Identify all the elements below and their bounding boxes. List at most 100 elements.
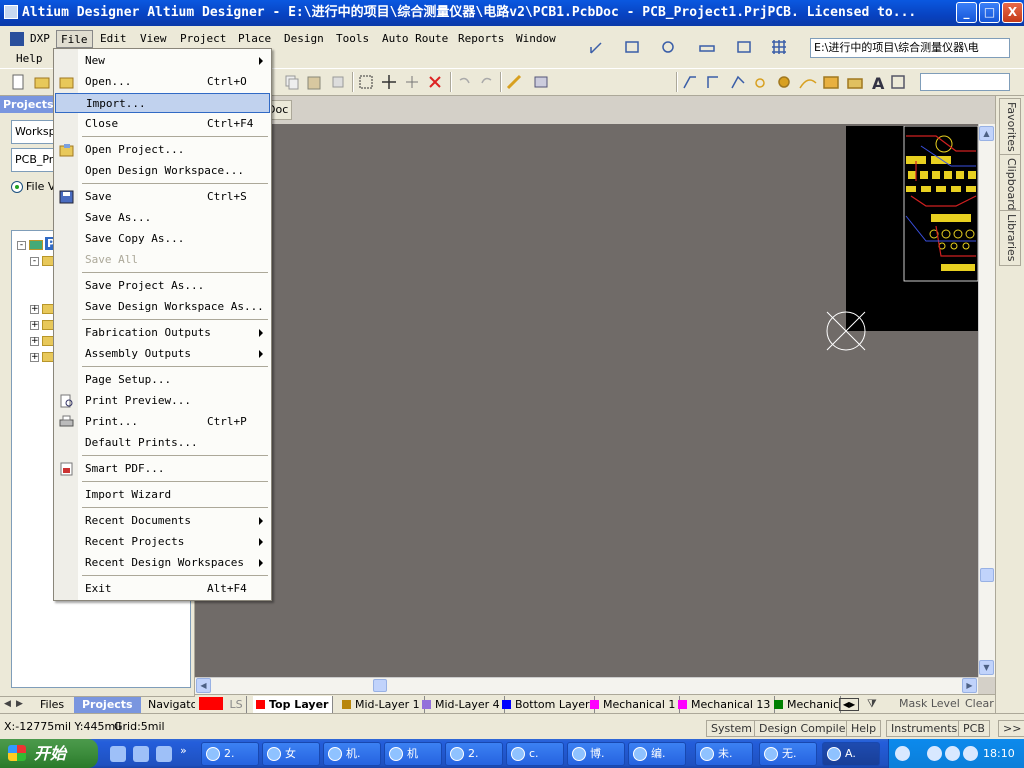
tab-projects[interactable]: Projects	[74, 697, 141, 713]
quicklaunch-icon[interactable]	[133, 746, 149, 762]
tab-files[interactable]: Files	[32, 697, 72, 713]
menu-item-exit[interactable]: Exit Alt+F4	[55, 579, 270, 599]
menu-item-save-as[interactable]: Save As...	[55, 208, 270, 228]
menu-item-save[interactable]: Save Ctrl+S	[55, 187, 270, 207]
task-button[interactable]: 博.	[567, 742, 625, 766]
open-folder-icon[interactable]	[34, 74, 50, 90]
layer-tab-mid-layer-1[interactable]: Mid-Layer 1	[339, 696, 425, 713]
menu-help[interactable]: Help	[12, 50, 47, 68]
layer-tab-mechanical-13[interactable]: Mechanical 13	[675, 696, 776, 713]
task-button[interactable]: c.	[506, 742, 564, 766]
task-button[interactable]: 机	[384, 742, 442, 766]
menu-item-import-wizard[interactable]: Import Wizard	[55, 485, 270, 505]
file-view-radio[interactable]	[11, 181, 23, 193]
menu-item-assembly-outputs[interactable]: Assembly Outputs	[55, 344, 270, 364]
menu-reports[interactable]: Reports	[454, 30, 508, 48]
system-button[interactable]: System	[706, 720, 758, 737]
menu-item-default-prints[interactable]: Default Prints...	[55, 433, 270, 453]
ie-quicklaunch-icon[interactable]	[110, 746, 126, 762]
collapse-toggle[interactable]: -	[30, 257, 39, 266]
menu-item-print-preview[interactable]: Print Preview...	[55, 391, 270, 411]
task-button[interactable]: 机.	[323, 742, 381, 766]
document-path-dropdown[interactable]: E:\进行中的项目\综合测量仪器\电	[810, 38, 1010, 58]
menu-item-smart-pdf[interactable]: Smart PDF...	[55, 459, 270, 479]
menu-place[interactable]: Place	[234, 30, 275, 48]
keyboard-icon[interactable]	[895, 746, 910, 761]
clock[interactable]: 18:10	[983, 739, 1015, 768]
task-button[interactable]: 2.	[445, 742, 503, 766]
menu-item-print[interactable]: Print... Ctrl+P	[55, 412, 270, 432]
wiring-toolbar[interactable]: A	[682, 73, 912, 91]
menu-auto-route[interactable]: Auto Route	[378, 30, 452, 48]
undo-icon[interactable]	[456, 74, 472, 90]
menu-item-recent-documents[interactable]: Recent Documents	[55, 511, 270, 531]
menu-window[interactable]: Window	[512, 30, 560, 48]
copy-icon[interactable]	[284, 74, 300, 90]
task-button[interactable]: 编.	[628, 742, 686, 766]
start-button[interactable]: 开始	[0, 739, 98, 768]
help-button[interactable]: Help	[846, 720, 882, 737]
layer-scroll-icon[interactable]: ◀▶	[839, 698, 859, 711]
menu-item-save-copy-as[interactable]: Save Copy As...	[55, 229, 270, 249]
task-button-altium[interactable]: A.	[822, 742, 880, 766]
maximize-button[interactable]: □	[979, 2, 1000, 23]
menu-item-close[interactable]: Close Ctrl+F4	[55, 114, 270, 134]
scroll-left-icon[interactable]: ◀	[196, 678, 211, 693]
tab-scroll-right-icon[interactable]: ▶	[16, 699, 23, 709]
menu-item-page-setup[interactable]: Page Setup...	[55, 370, 270, 390]
instruments-button[interactable]: Instruments	[886, 720, 963, 737]
menu-dxp[interactable]: DXP	[26, 30, 54, 48]
network-icon[interactable]	[945, 746, 960, 761]
current-layer-swatch[interactable]: LS	[197, 696, 247, 713]
menu-view[interactable]: View	[136, 30, 171, 48]
expand-toggle[interactable]: +	[30, 321, 39, 330]
vertical-scrollbar[interactable]: ▲ ▼	[978, 124, 995, 677]
horizontal-scrollbar[interactable]: ◀ ▶	[195, 677, 978, 694]
pcb-board-view[interactable]	[846, 126, 978, 331]
tab-libraries[interactable]: Libraries	[999, 210, 1021, 266]
menu-item-open[interactable]: Open... Ctrl+O	[55, 72, 270, 92]
toolbar-icons-row1[interactable]	[588, 38, 808, 56]
menu-project[interactable]: Project	[176, 30, 230, 48]
expand-toggle[interactable]: +	[30, 305, 39, 314]
vertical-scroll-thumb[interactable]	[980, 568, 994, 582]
deselect-icon[interactable]	[404, 74, 420, 90]
cross-probe-icon[interactable]	[506, 74, 522, 90]
menu-item-new[interactable]: New	[55, 51, 270, 71]
menu-edit[interactable]: Edit	[96, 30, 131, 48]
layer-tab-mechanical-1[interactable]: Mechanical 1	[587, 696, 681, 713]
window-title-bar[interactable]: Altium Designer Altium Designer - E:\进行中…	[0, 0, 1024, 26]
menu-file[interactable]: File	[56, 30, 93, 48]
collapse-toggle[interactable]: -	[17, 241, 26, 250]
menu-item-save-project-as[interactable]: Save Project As...	[55, 276, 270, 296]
design-compiler-button[interactable]: Design Compiler	[754, 720, 855, 737]
more-button[interactable]: >>	[998, 720, 1024, 737]
filter-icon[interactable]: ⧩	[867, 697, 877, 711]
paste-icon[interactable]	[306, 74, 322, 90]
scroll-up-icon[interactable]: ▲	[979, 126, 994, 141]
tab-favorites[interactable]: Favorites	[999, 98, 1021, 156]
quicklaunch-icon[interactable]	[156, 746, 172, 762]
menu-item-recent-projects[interactable]: Recent Projects	[55, 532, 270, 552]
menu-item-import[interactable]: Import...	[55, 93, 270, 113]
quicklaunch-more-icon[interactable]: »	[180, 744, 187, 757]
horizontal-scroll-thumb[interactable]	[373, 679, 387, 692]
menu-tools[interactable]: Tools	[332, 30, 373, 48]
layer-tab-mechanical[interactable]: Mechanic	[771, 696, 841, 713]
layer-tab-mid-layer-4[interactable]: Mid-Layer 4	[419, 696, 505, 713]
move-icon[interactable]	[381, 74, 397, 90]
menu-item-recent-design-workspaces[interactable]: Recent Design Workspaces	[55, 553, 270, 573]
security-icon[interactable]	[963, 746, 978, 761]
tab-scroll-left-icon[interactable]: ◀	[4, 699, 11, 709]
menu-item-fabrication-outputs[interactable]: Fabrication Outputs	[55, 323, 270, 343]
browse-components-icon[interactable]	[533, 74, 549, 90]
task-button[interactable]: 女	[262, 742, 320, 766]
filter-dropdown[interactable]	[920, 73, 1010, 91]
back-arrow-icon[interactable]	[927, 746, 942, 761]
pcb-button[interactable]: PCB	[958, 720, 990, 737]
scroll-right-icon[interactable]: ▶	[962, 678, 977, 693]
task-button[interactable]: 2.	[201, 742, 259, 766]
select-area-icon[interactable]	[358, 74, 374, 90]
menu-item-open-design-workspace[interactable]: Open Design Workspace...	[55, 161, 270, 181]
task-button[interactable]: 无.	[759, 742, 817, 766]
